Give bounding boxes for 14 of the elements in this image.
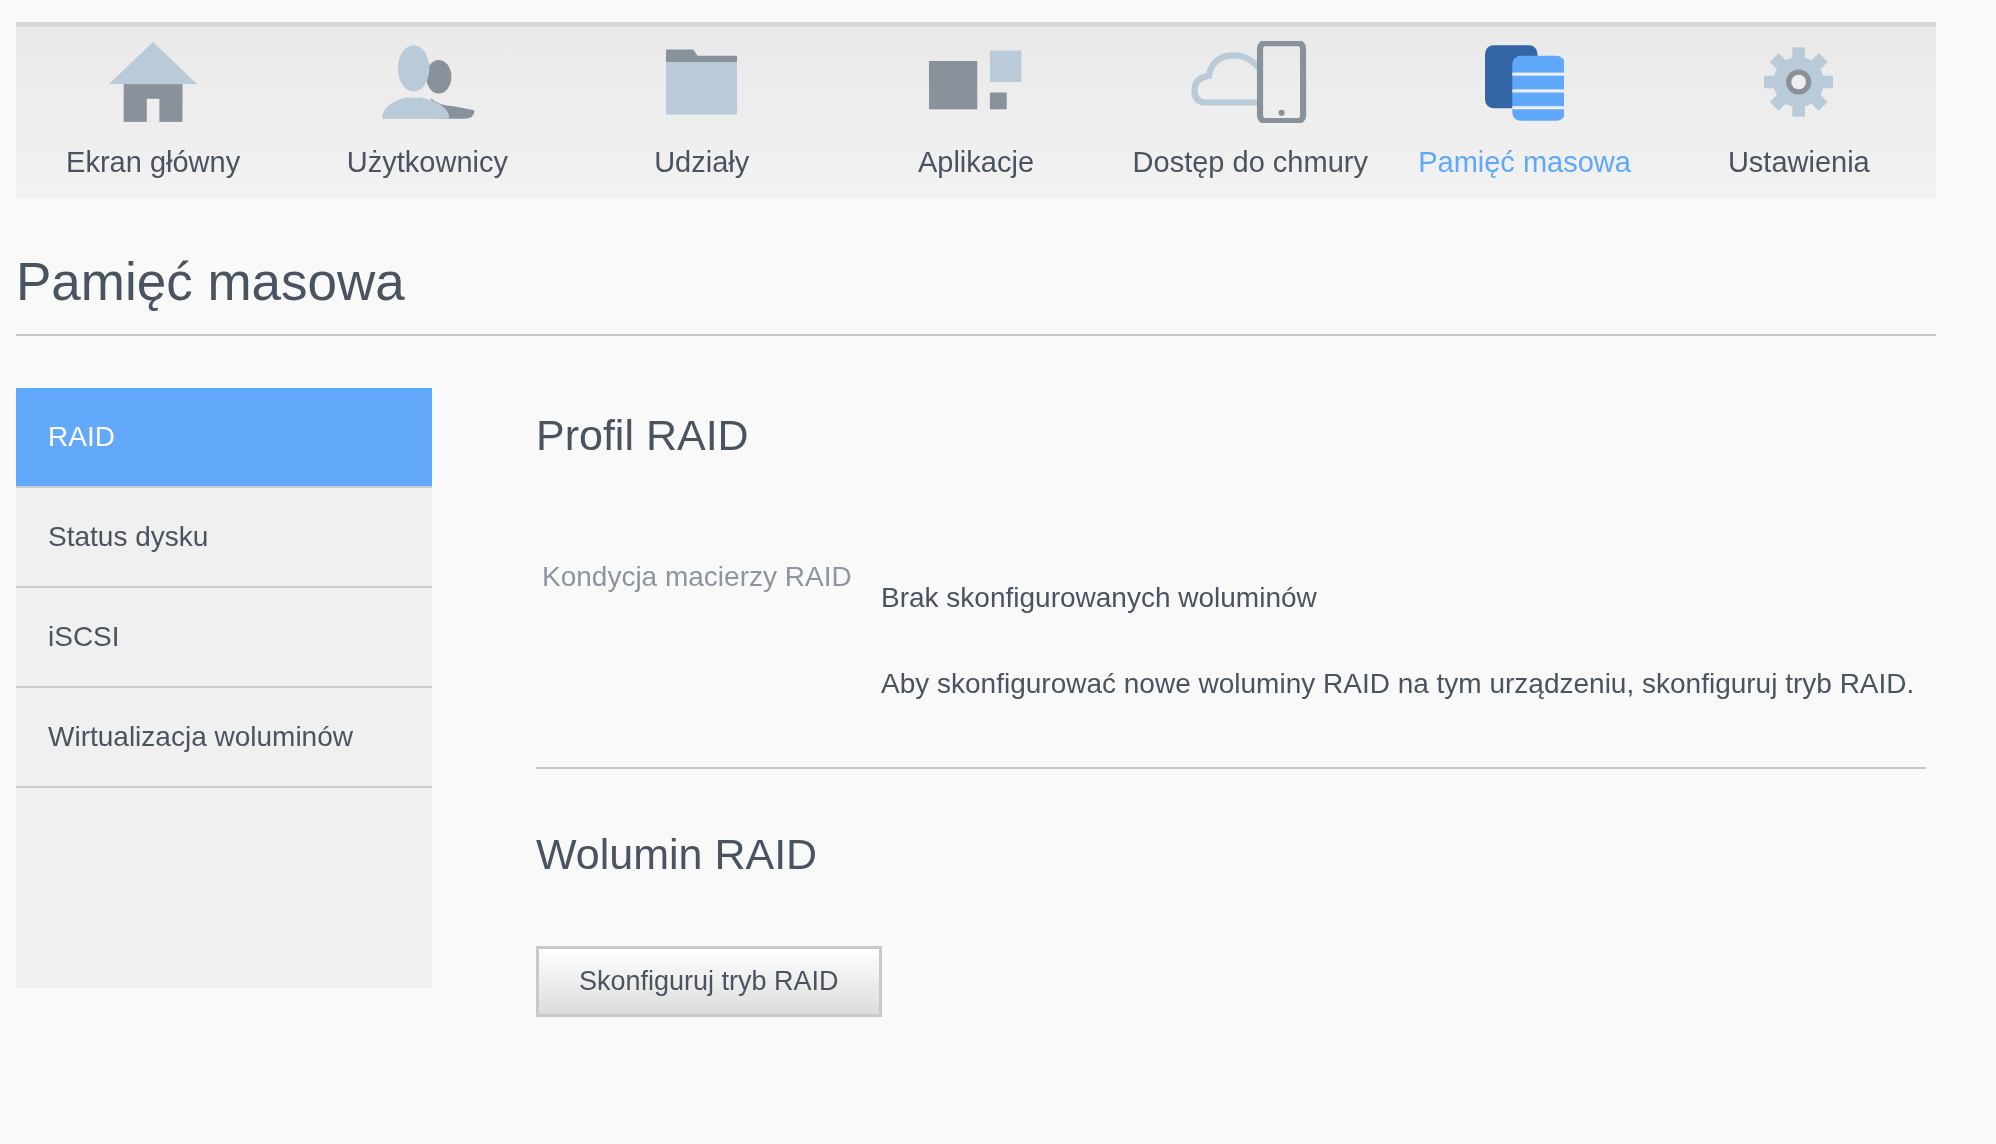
field-label: Kondycja macierzy RAID [541,561,853,595]
nav-tab[interactable]: Udziały [564,27,839,198]
nav-tab[interactable]: Użytkownicy [290,27,565,198]
nav-tab[interactable]: Ekran główny [16,27,291,198]
nav-tab[interactable]: Ustawienia [1661,27,1936,198]
configure-button[interactable]: Skonfiguruj tryb RAID [536,946,882,1017]
info-text: Aby skonfigurować nowe woluminy RAID na tym urządzeniu, skonfiguruj tryb RAID. [881,667,1916,701]
page-title: Pamięć masowa [16,250,1936,336]
nav-tab[interactable]: Dostęp do chmury [1113,27,1388,198]
nav-tab[interactable]: Aplikacje [838,27,1114,198]
section-title: Profil RAID [536,409,750,461]
section-title: Wolumin RAID [536,828,819,880]
field-value: Brak skonfigurowanych woluminów [881,581,1318,616]
house-icon [109,41,198,123]
